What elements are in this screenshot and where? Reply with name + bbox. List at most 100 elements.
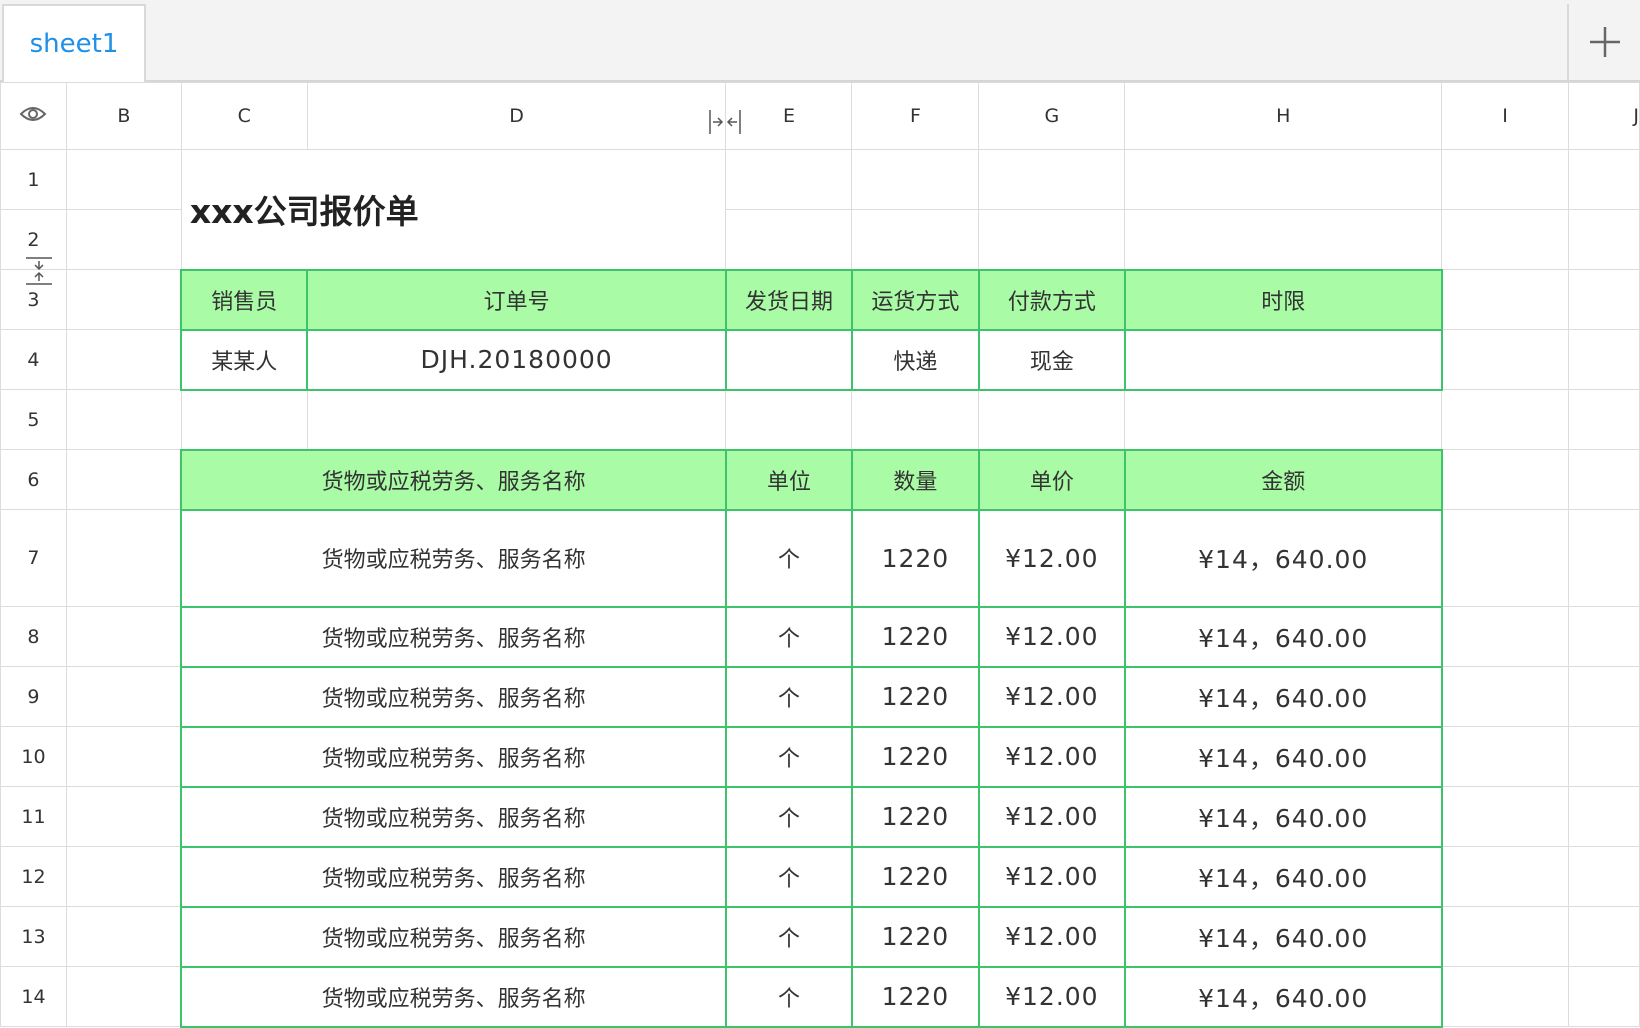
value-order-no[interactable]: DJH.20180000: [306, 328, 727, 391]
value-shipping[interactable]: 快递: [850, 328, 980, 391]
cell[interactable]: [1124, 209, 1443, 270]
row-header-8[interactable]: 8: [0, 606, 67, 667]
row-header-12[interactable]: 12: [0, 846, 67, 907]
add-sheet-button[interactable]: [1567, 4, 1640, 80]
cell[interactable]: [1441, 726, 1570, 787]
cell[interactable]: [65, 966, 182, 1027]
cell[interactable]: [306, 389, 727, 450]
item-price[interactable]: ¥12.00: [977, 508, 1126, 608]
cell[interactable]: [1568, 726, 1640, 787]
item-qty[interactable]: 1220: [850, 905, 980, 968]
item-unit[interactable]: 个: [724, 605, 853, 668]
cell[interactable]: [1441, 149, 1570, 210]
cell[interactable]: [65, 209, 182, 270]
item-name[interactable]: 货物或应税劳务、服务名称: [180, 665, 727, 728]
cell[interactable]: [65, 726, 182, 787]
cell[interactable]: [978, 209, 1126, 270]
column-header-g[interactable]: G: [978, 82, 1126, 150]
value-deadline[interactable]: [1123, 328, 1443, 391]
cell[interactable]: [1441, 846, 1570, 907]
header-ship-date[interactable]: 发货日期: [724, 268, 853, 331]
cell[interactable]: [65, 509, 182, 607]
cell[interactable]: [1441, 666, 1570, 727]
row-header-1[interactable]: 1: [0, 149, 67, 210]
cell[interactable]: [1441, 906, 1570, 967]
cell[interactable]: [65, 269, 182, 330]
cell[interactable]: [851, 149, 980, 210]
row-header-13[interactable]: 13: [0, 906, 67, 967]
cell[interactable]: [1568, 329, 1640, 390]
item-qty[interactable]: 1220: [850, 665, 980, 728]
sheet-title[interactable]: xxx公司报价单: [180, 149, 727, 270]
cell[interactable]: [65, 149, 182, 210]
item-name[interactable]: 货物或应税劳务、服务名称: [180, 905, 727, 968]
cell[interactable]: [725, 149, 853, 210]
row-header-5[interactable]: 5: [0, 389, 67, 450]
column-header-h[interactable]: H: [1124, 82, 1443, 150]
item-unit[interactable]: 个: [724, 725, 853, 788]
item-price[interactable]: ¥12.00: [977, 905, 1126, 968]
item-unit[interactable]: 个: [724, 665, 853, 728]
item-amount[interactable]: ¥14，640.00: [1123, 725, 1443, 788]
header-payment[interactable]: 付款方式: [977, 268, 1126, 331]
column-header-c[interactable]: C: [180, 82, 308, 150]
item-unit[interactable]: 个: [724, 905, 853, 968]
item-amount[interactable]: ¥14，640.00: [1123, 905, 1443, 968]
item-unit[interactable]: 个: [724, 845, 853, 908]
item-qty[interactable]: 1220: [850, 965, 980, 1028]
visibility-toggle[interactable]: [0, 82, 67, 150]
cell[interactable]: [1568, 906, 1640, 967]
item-unit[interactable]: 个: [724, 508, 853, 608]
cell[interactable]: [65, 329, 182, 390]
row-header-4[interactable]: 4: [0, 329, 67, 390]
header-order-no[interactable]: 订单号: [306, 268, 727, 331]
item-name[interactable]: 货物或应税劳务、服务名称: [180, 845, 727, 908]
item-price[interactable]: ¥12.00: [977, 725, 1126, 788]
cell[interactable]: [1568, 786, 1640, 847]
item-qty[interactable]: 1220: [850, 785, 980, 848]
row-header-6[interactable]: 6: [0, 449, 67, 510]
cell[interactable]: [1441, 329, 1570, 390]
item-price[interactable]: ¥12.00: [977, 665, 1126, 728]
cell[interactable]: [65, 666, 182, 727]
column-header-i[interactable]: I: [1441, 82, 1570, 150]
cell[interactable]: [65, 786, 182, 847]
cell[interactable]: [1441, 209, 1570, 270]
value-ship-date[interactable]: [724, 328, 853, 391]
cell[interactable]: [1124, 149, 1443, 210]
column-header-d[interactable]: D: [306, 82, 727, 150]
cell[interactable]: [1568, 606, 1640, 667]
row-header-9[interactable]: 9: [0, 666, 67, 727]
header-deadline[interactable]: 时限: [1123, 268, 1443, 331]
cell[interactable]: [725, 209, 853, 270]
column-resize-handle-icon[interactable]: [708, 108, 742, 136]
item-name[interactable]: 货物或应税劳务、服务名称: [180, 785, 727, 848]
column-header-b[interactable]: B: [65, 82, 182, 150]
item-amount[interactable]: ¥14，640.00: [1123, 508, 1443, 608]
row-header-11[interactable]: 11: [0, 786, 67, 847]
cell[interactable]: [1568, 666, 1640, 727]
cell[interactable]: [851, 209, 980, 270]
header-salesperson[interactable]: 销售员: [180, 268, 309, 331]
item-amount[interactable]: ¥14，640.00: [1123, 785, 1443, 848]
header-price[interactable]: 单价: [977, 448, 1126, 511]
header-qty[interactable]: 数量: [850, 448, 980, 511]
row-header-10[interactable]: 10: [0, 726, 67, 787]
tab-sheet1[interactable]: sheet1: [2, 4, 146, 82]
cell[interactable]: [725, 389, 853, 450]
column-header-e[interactable]: E: [725, 82, 853, 150]
header-shipping[interactable]: 运货方式: [850, 268, 980, 331]
item-qty[interactable]: 1220: [850, 725, 980, 788]
cell[interactable]: [65, 389, 182, 450]
cell[interactable]: [851, 389, 980, 450]
item-price[interactable]: ¥12.00: [977, 965, 1126, 1028]
cell[interactable]: [978, 389, 1126, 450]
cell[interactable]: [1568, 966, 1640, 1027]
cell[interactable]: [978, 149, 1126, 210]
cell[interactable]: [1441, 786, 1570, 847]
item-amount[interactable]: ¥14，640.00: [1123, 605, 1443, 668]
item-name[interactable]: 货物或应税劳务、服务名称: [180, 965, 727, 1028]
header-unit[interactable]: 单位: [724, 448, 853, 511]
cell[interactable]: [1568, 149, 1640, 210]
item-qty[interactable]: 1220: [850, 845, 980, 908]
